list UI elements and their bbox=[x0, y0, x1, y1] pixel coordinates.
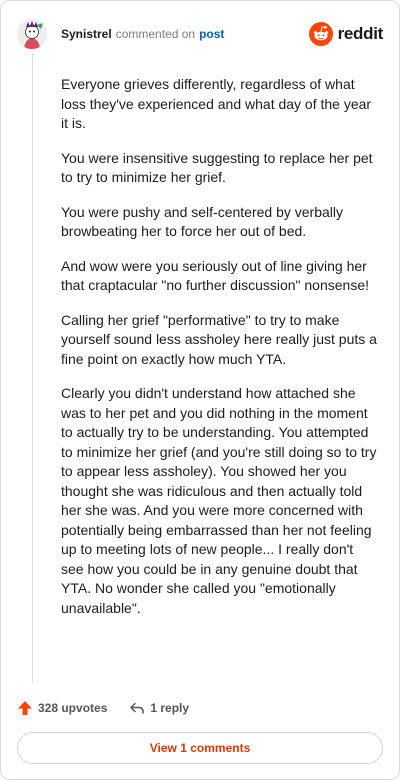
comment-header: Synistrel commented on post reddit bbox=[17, 17, 383, 51]
view-comments-button[interactable]: View 1 comments bbox=[17, 732, 383, 764]
avatar[interactable] bbox=[17, 19, 47, 49]
comment-paragraph: Everyone grieves differently, regardless… bbox=[61, 76, 372, 131]
thread-line[interactable] bbox=[32, 53, 33, 683]
upvote-count: 328 upvotes bbox=[38, 701, 108, 715]
reply-button[interactable]: 1 reply bbox=[129, 700, 189, 716]
reddit-snoo-icon bbox=[308, 22, 333, 46]
upvote-button[interactable]: 328 upvotes bbox=[17, 700, 107, 716]
comment-body: Everyone grieves differently, regardless… bbox=[61, 75, 377, 633]
comment-paragraph: You were pushy and self-centered by verb… bbox=[61, 203, 343, 240]
arrow-up-icon bbox=[18, 701, 32, 715]
reddit-logo[interactable]: reddit bbox=[308, 22, 384, 46]
comment-paragraph: And wow were you seriously out of line g… bbox=[61, 257, 369, 294]
post-link[interactable]: post bbox=[199, 27, 224, 41]
avatar-icon bbox=[17, 19, 47, 49]
username[interactable]: Synistrel bbox=[61, 27, 112, 41]
comment-footer: 328 upvotes 1 reply bbox=[17, 697, 189, 719]
comment-paragraph: You were insensitive suggesting to repla… bbox=[61, 149, 373, 186]
comment-paragraph: Calling her grief "performative" to try … bbox=[61, 311, 377, 367]
reply-arrow-icon bbox=[130, 702, 145, 714]
comment-meta: Synistrel commented on post bbox=[61, 27, 224, 41]
action-text: commented on bbox=[115, 27, 196, 41]
comment-card: Synistrel commented on post reddit Every… bbox=[0, 0, 400, 780]
logo-wordmark: reddit bbox=[337, 24, 384, 43]
reply-count: 1 reply bbox=[150, 701, 190, 715]
comment-paragraph: Clearly you didn't understand how attach… bbox=[61, 385, 377, 616]
